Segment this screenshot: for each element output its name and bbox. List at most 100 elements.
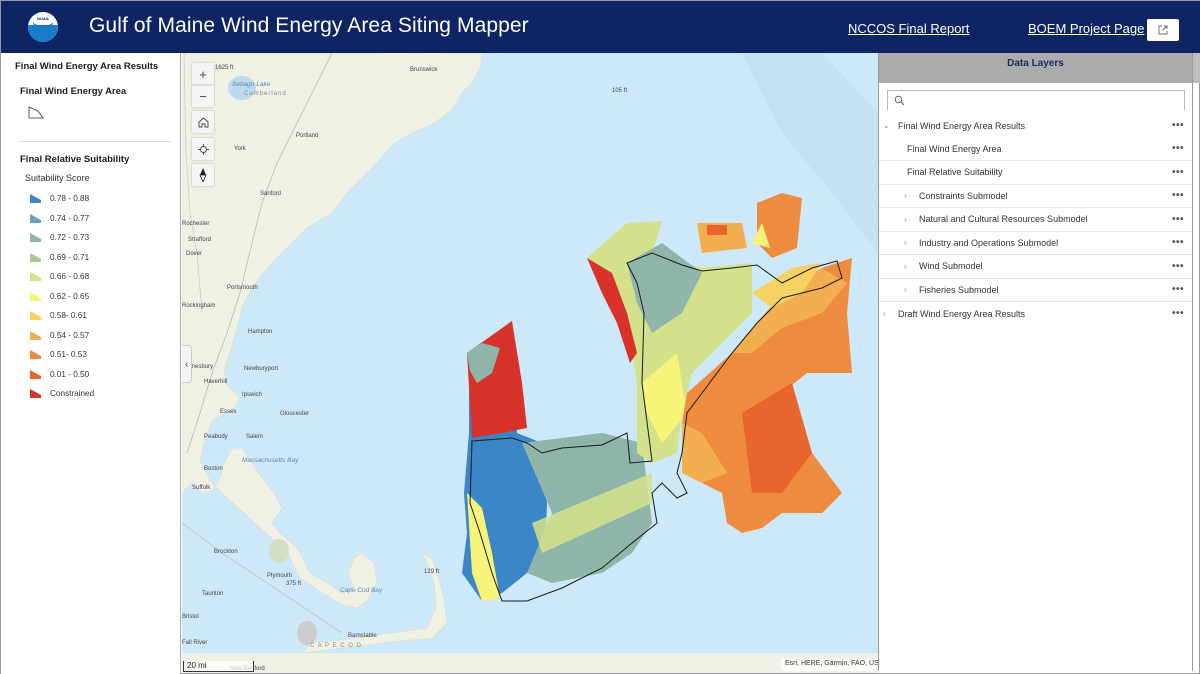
legend-class-label: 0.62 - 0.65 [50, 291, 90, 301]
zoom-in-button[interactable]: + [192, 63, 214, 85]
layer-search-input[interactable] [888, 92, 1184, 110]
layer-options-icon[interactable]: ••• [1172, 308, 1184, 319]
compass-icon [199, 168, 207, 182]
layer-options-icon[interactable]: ••• [1172, 214, 1184, 225]
layer-item[interactable]: › Fisheries Submodel ••• [879, 279, 1192, 302]
layer-item[interactable]: ⌄ Final Wind Energy Area Results ••• [879, 114, 1192, 138]
legend-class-label: 0.58- 0.61 [50, 311, 87, 321]
map-place-label: Salem [246, 434, 264, 440]
layers-scrollbar[interactable] [1193, 53, 1200, 83]
legend-class-item: 0.51- 0.53 [29, 345, 180, 365]
map-place-label: York [234, 146, 246, 152]
boem-project-page-link[interactable]: BOEM Project Page [1028, 21, 1144, 36]
home-button[interactable] [192, 111, 214, 133]
chevron-down-icon[interactable]: ⌄ [883, 121, 890, 130]
layer-item-label: Wind Submodel [919, 261, 983, 272]
locate-icon [197, 143, 209, 155]
legend-class-label: Constrained [50, 389, 95, 399]
legend-class-item: 0.01 - 0.50 [29, 365, 180, 385]
layer-item[interactable]: Final Relative Suitability ••• [879, 161, 1192, 185]
layer-options-icon[interactable]: ••• [1172, 237, 1184, 248]
layer-search-field[interactable] [887, 90, 1185, 110]
map-place-label: Cumberland [244, 91, 287, 97]
map-place-label: Fall River [182, 640, 208, 646]
legend-swatch-icon [30, 311, 41, 321]
legend-class-label: 0.51- 0.53 [50, 350, 87, 360]
legend-panel: Final Wind Energy Area Results Final Win… [1, 53, 181, 674]
legend-swatch-icon [30, 213, 41, 223]
legend-group-title: Final Wind Energy Area Results [15, 61, 159, 72]
map-place-label: Barnstable [348, 633, 377, 639]
map-place-label: Peabody [204, 434, 228, 440]
chevron-right-icon[interactable]: › [904, 191, 907, 200]
layer-options-icon[interactable]: ••• [1172, 120, 1184, 131]
map-place-label: Dover [186, 251, 203, 257]
map-place-label: Bristol [182, 614, 199, 620]
legend-swatch-icon [30, 233, 41, 243]
locate-button[interactable] [192, 138, 214, 160]
data-layers-panel: Data Layers ⌄ Final Wind Energy Area Resu… [878, 53, 1193, 671]
external-link-icon [1158, 25, 1168, 35]
layer-options-icon[interactable]: ••• [1172, 190, 1184, 201]
layer-item-label: Industry and Operations Submodel [919, 237, 1059, 248]
map-place-label: Cape Cod Bay [340, 587, 383, 594]
map-place-label: Boston [204, 466, 223, 472]
map-place-label: Portland [296, 133, 319, 139]
legend-layer-title-wea: Final Wind Energy Area [20, 86, 127, 97]
layer-item-label: Final Relative Suitability [907, 167, 1003, 178]
noaa-logo-icon: NOAA [28, 12, 58, 42]
map-place-label: 105 ft [612, 88, 628, 94]
legend-swatch-icon [30, 369, 41, 379]
suitability-score-title: Suitability Score [25, 173, 90, 183]
collapse-legend-button[interactable]: ‹ [182, 345, 192, 383]
legend-class-item: 0.72 - 0.73 [29, 228, 180, 248]
legend-class-list: 0.78 - 0.88 0.74 - 0.77 0.72 - 0.73 0.69 - … [15, 189, 180, 404]
layer-item-label: Fisheries Submodel [919, 284, 999, 295]
layer-item[interactable]: › Wind Submodel ••• [879, 255, 1192, 279]
legend-swatch-icon [30, 291, 41, 301]
external-link-button[interactable] [1147, 19, 1179, 41]
map-place-label: Brunswick [410, 67, 438, 73]
map-place-label: Brockton [214, 549, 238, 555]
legend-swatch-icon [30, 350, 41, 360]
layer-options-icon[interactable]: ••• [1172, 284, 1184, 295]
map-place-label: 1625 ft [215, 65, 234, 71]
zoom-out-button[interactable]: − [192, 85, 214, 107]
map-place-label: Portsmouth [227, 285, 258, 291]
scale-bar: 20 mi [183, 661, 254, 672]
map-place-label: Ipswich [242, 392, 263, 398]
chevron-right-icon[interactable]: › [904, 285, 907, 294]
legend-class-label: 0.69 - 0.71 [50, 252, 90, 262]
layer-item[interactable]: Final Wind Energy Area ••• [879, 138, 1192, 161]
map-place-label: Rockingham [182, 303, 216, 309]
legend-class-item: 0.62 - 0.65 [29, 287, 180, 307]
legend-swatch-icon [30, 252, 41, 262]
map-place-label: Rochester [182, 221, 210, 227]
layer-item[interactable]: › Industry and Operations Submodel ••• [879, 232, 1192, 255]
chevron-right-icon[interactable]: › [904, 238, 907, 247]
legend-class-item: 0.54 - 0.57 [29, 326, 180, 346]
legend-class-label: 0.01 - 0.50 [50, 369, 90, 379]
map-place-label: Hampton [248, 329, 273, 335]
layer-item[interactable]: › Constraints Submodel ••• [879, 185, 1192, 208]
layer-options-icon[interactable]: ••• [1172, 261, 1184, 272]
chevron-right-icon[interactable]: › [904, 215, 907, 224]
nccos-final-report-link[interactable]: NCCOS Final Report [848, 21, 969, 36]
legend-class-label: 0.74 - 0.77 [50, 213, 90, 223]
legend-class-label: 0.78 - 0.88 [50, 194, 90, 204]
legend-class-item: 0.74 - 0.77 [29, 209, 180, 229]
map-place-label: Suffolk [192, 485, 211, 491]
layer-item[interactable]: › Natural and Cultural Resources Submodel… [879, 208, 1192, 232]
chevron-right-icon[interactable]: › [904, 262, 907, 271]
layer-item[interactable]: › Draft Wind Energy Area Results ••• [879, 302, 1192, 326]
legend-divider [19, 141, 171, 142]
layer-options-icon[interactable]: ••• [1172, 143, 1184, 154]
chevron-right-icon[interactable]: › [883, 309, 886, 318]
compass-button[interactable] [192, 164, 214, 186]
basemap [182, 53, 878, 673]
map-place-label: Sanford [260, 191, 282, 197]
data-layers-title: Data Layers [879, 53, 1192, 83]
layer-options-icon[interactable]: ••• [1172, 167, 1184, 178]
map-view[interactable]: 1625 ft Sebago Lake Cumberland Brunswick Por… [182, 53, 878, 673]
legend-class-item: 0.78 - 0.88 [29, 189, 180, 209]
